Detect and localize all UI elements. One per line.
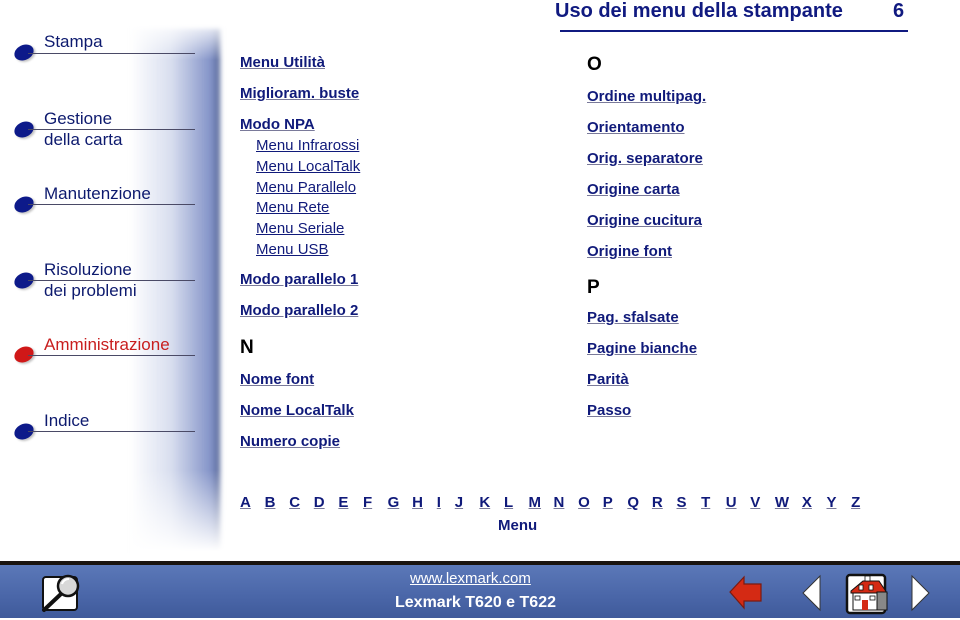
sidebar-item-risoluzione-problemi[interactable]: Risoluzione dei problemi: [11, 258, 195, 308]
alphabet-link-i[interactable]: I: [437, 494, 455, 511]
index-link[interactable]: Orig. separatore: [587, 150, 706, 168]
index-link[interactable]: Miglioram. buste: [240, 85, 360, 103]
sidebar-item-label: Gestione della carta: [44, 109, 123, 149]
index-link[interactable]: Origine carta: [587, 181, 706, 199]
alphabet-navigation: ABCDEFGHIJKLMNOPQRSTUVWXYZ: [240, 494, 876, 511]
alphabet-link-q[interactable]: Q: [627, 494, 652, 511]
alphabet-link-f[interactable]: F: [363, 494, 388, 511]
index-sublink[interactable]: Menu Seriale: [240, 219, 360, 240]
index-sublink[interactable]: Menu Parallelo: [240, 178, 360, 199]
index-sublink[interactable]: Menu LocalTalk: [240, 157, 360, 178]
sidebar-item-indice[interactable]: Indice: [11, 409, 195, 443]
header-divider: [560, 30, 908, 32]
sidebar-item-label: Indice: [44, 411, 90, 430]
alphabet-link-p[interactable]: P: [603, 494, 628, 511]
section-letter-p: P: [587, 277, 600, 298]
page-title: Uso dei menu della stampante: [555, 0, 843, 22]
alphabet-link-e[interactable]: E: [338, 494, 363, 511]
alphabet-link-k[interactable]: K: [479, 494, 504, 511]
sidebar-shadow-fade-bottom: [130, 470, 230, 560]
index-link[interactable]: Origine cucitura: [587, 212, 706, 230]
alphabet-link-j[interactable]: J: [455, 494, 480, 511]
alphabet-link-y[interactable]: Y: [826, 494, 851, 511]
alphabet-link-z[interactable]: Z: [851, 494, 876, 511]
alphabet-link-v[interactable]: V: [750, 494, 775, 511]
alphabet-link-w[interactable]: W: [775, 494, 802, 511]
sidebar-item-label: Amministrazione: [44, 335, 170, 354]
index-link[interactable]: Modo parallelo 2: [240, 302, 360, 320]
sidebar-item-manutenzione[interactable]: Manutenzione: [11, 182, 195, 216]
index-sublink[interactable]: Menu Rete: [240, 198, 360, 219]
alphabet-link-o[interactable]: O: [578, 494, 603, 511]
index-sublink[interactable]: Menu Infrarossi: [240, 136, 360, 157]
alphabet-link-c[interactable]: C: [289, 494, 314, 511]
index-link[interactable]: Parità: [587, 371, 706, 389]
index-link[interactable]: Nome font: [240, 371, 360, 389]
search-icon[interactable]: [40, 572, 84, 614]
alphabet-link-g[interactable]: G: [388, 494, 413, 511]
index-link[interactable]: Modo NPA: [240, 116, 360, 134]
alphabet-link-h[interactable]: H: [412, 494, 437, 511]
index-link[interactable]: Numero copie: [240, 433, 360, 451]
section-letter-n: N: [240, 336, 254, 358]
sidebar-item-stampa[interactable]: Stampa: [11, 30, 195, 64]
alphabet-link-m[interactable]: M: [529, 494, 554, 511]
back-arrow-icon[interactable]: [728, 574, 764, 610]
alphabet-link-u[interactable]: U: [726, 494, 751, 511]
product-model: Lexmark T620 e T622: [395, 594, 556, 611]
alphabet-link-b[interactable]: B: [265, 494, 290, 511]
sidebar-item-label: Risoluzione dei problemi: [44, 260, 137, 300]
alphabet-link-a[interactable]: A: [240, 494, 265, 511]
page-number: 6: [893, 0, 905, 22]
index-link[interactable]: Menu Utilità: [240, 54, 360, 72]
previous-page-icon[interactable]: [800, 574, 822, 612]
index-column-1: Menu Utilità Miglioram. buste Modo NPA M…: [240, 54, 360, 451]
index-link[interactable]: Pagine bianche: [587, 340, 706, 358]
alphabet-link-t[interactable]: T: [701, 494, 726, 511]
alphabet-link-s[interactable]: S: [677, 494, 702, 511]
sidebar-item-label: Manutenzione: [44, 184, 151, 203]
sidebar-item-amministrazione[interactable]: Amministrazione: [11, 333, 195, 366]
index-link[interactable]: Ordine multipag.: [587, 88, 706, 106]
sidebar-item-gestione-carta[interactable]: Gestione della carta: [11, 107, 195, 157]
index-link[interactable]: Modo parallelo 1: [240, 271, 360, 289]
alphabet-link-n[interactable]: N: [554, 494, 579, 511]
section-letter-o: O: [587, 54, 602, 75]
sidebar: Stampa Gestione della carta Manutenzione…: [0, 0, 240, 565]
divider: [28, 204, 195, 205]
index-column-2: O Ordine multipag. Orientamento Orig. se…: [587, 54, 706, 420]
alphabet-link-x[interactable]: X: [802, 494, 827, 511]
index-link[interactable]: Orientamento: [587, 119, 706, 137]
index-sublink[interactable]: Menu USB: [240, 240, 360, 261]
index-link[interactable]: Origine font: [587, 243, 706, 261]
index-link[interactable]: Nome LocalTalk: [240, 402, 360, 420]
alphabet-link-l[interactable]: L: [504, 494, 529, 511]
divider: [28, 53, 195, 54]
index-link[interactable]: Passo: [587, 402, 706, 420]
alphabet-link-r[interactable]: R: [652, 494, 677, 511]
alphabet-link-d[interactable]: D: [314, 494, 339, 511]
website-link[interactable]: www.lexmark.com: [410, 570, 531, 587]
sidebar-item-label: Stampa: [44, 32, 103, 51]
divider: [28, 431, 195, 432]
home-icon[interactable]: [845, 573, 891, 615]
index-link[interactable]: Pag. sfalsate: [587, 309, 706, 327]
divider: [28, 355, 195, 356]
alphabet-menu-label: Menu: [498, 517, 538, 534]
next-page-icon[interactable]: [910, 574, 932, 612]
